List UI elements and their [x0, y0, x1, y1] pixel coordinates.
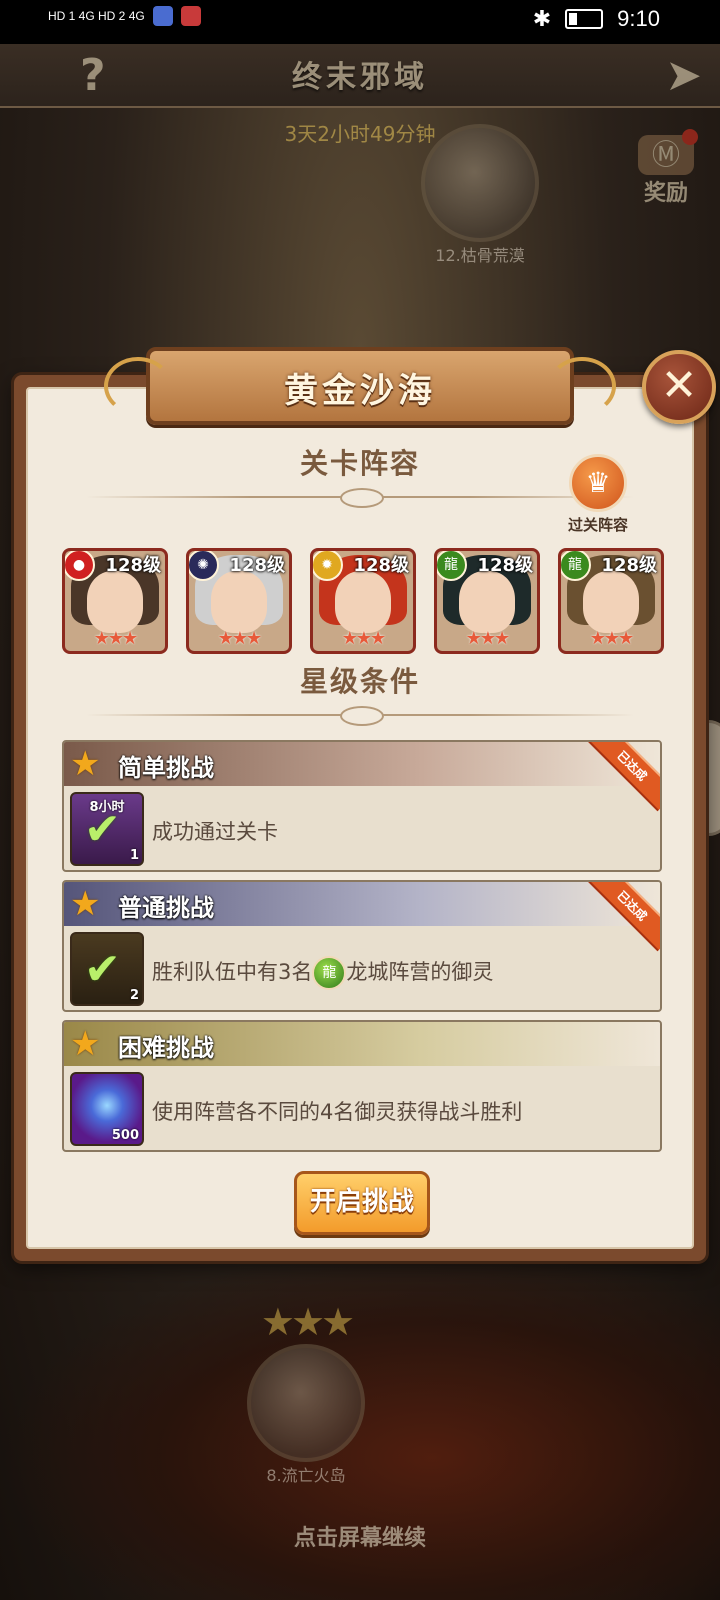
reward-chest-icon: Ⓜ	[638, 129, 698, 175]
hero-card[interactable]: ✹ 128级 ★★★	[310, 548, 416, 654]
notification-dot	[682, 129, 698, 145]
pass-lineup-label: 过关阵容	[567, 516, 628, 534]
challenge-desc: 使用阵营各不同的4名御灵获得战斗胜利	[152, 1100, 523, 1124]
clock: 9:10	[617, 6, 660, 31]
challenge-title: 简单挑战	[118, 754, 214, 782]
check-icon: ✔	[84, 944, 121, 995]
challenge-desc: 胜利队伍中有3名龍龙城阵营的御灵	[152, 956, 493, 990]
dialog-title: 黄金沙海	[284, 371, 436, 411]
item-quantity: 2	[129, 988, 139, 1003]
map-node-12[interactable]: 12.枯骨荒漠	[410, 124, 550, 266]
tap-to-continue[interactable]: 点击屏幕继续	[0, 1520, 720, 1552]
hero-stars: ★★★	[93, 628, 138, 649]
challenge-title: 普通挑战	[118, 894, 214, 922]
dialog-title-plaque: 黄金沙海	[104, 347, 616, 425]
bluetooth-icon: ✱	[532, 6, 552, 31]
hero-stars: ★★★	[217, 628, 262, 649]
book-app-icon	[180, 6, 201, 26]
challenge-easy: ★ 简单挑战 已达成 8小时 ✔ 1 成功通过关卡	[62, 740, 662, 872]
faction-icon: ●	[65, 551, 95, 581]
star-icon: ★	[70, 1024, 101, 1064]
hero-card[interactable]: ✺ 128级 ★★★	[186, 548, 292, 654]
status-left: HD 1 4G HD 2 4G	[48, 6, 201, 26]
status-bar: HD 1 4G HD 2 4G ✱ 9:10	[0, 0, 720, 44]
status-right: ✱ 9:10	[533, 6, 660, 32]
divider-ornament	[340, 488, 384, 508]
challenge-desc: 成功通过关卡	[152, 820, 278, 844]
map-node-label: 12.枯骨荒漠	[435, 246, 525, 265]
challenge-title: 困难挑战	[118, 1034, 214, 1062]
hero-face	[87, 571, 143, 633]
item-quantity: 1	[129, 848, 139, 863]
desc-part-1: 胜利队伍中有3名	[152, 960, 313, 984]
hero-level: 128级	[105, 555, 161, 576]
hero-stars: ★★★	[341, 628, 386, 649]
hero-stars: ★★★	[465, 628, 510, 649]
pass-lineup-button[interactable]: ♛ 过关阵容	[562, 454, 634, 535]
hero-level: 128级	[601, 555, 657, 576]
challenge-hard: ★ 困难挑战 500 使用阵营各不同的4名御灵获得战斗胜利	[62, 1020, 662, 1152]
item-quantity: 500	[111, 1128, 139, 1143]
game-top-bar: ? 终末邪域 ➤	[0, 44, 720, 108]
hero-face	[459, 571, 515, 633]
desc-part-2: 龙城阵营的御灵	[346, 960, 494, 984]
reward-label: 奖励	[643, 181, 688, 206]
map-node-label: 8.流亡火岛	[266, 1466, 346, 1485]
star-icon: ★	[70, 744, 101, 784]
start-challenge-button[interactable]: 开启挑战	[294, 1171, 430, 1235]
node-stars: ★★★	[260, 1300, 355, 1344]
reward-item-orb[interactable]: 500	[70, 1072, 144, 1146]
question-mark-icon[interactable]: ?	[80, 50, 106, 101]
check-icon: ✔	[84, 804, 121, 855]
hero-face	[335, 571, 391, 633]
back-arrow-icon[interactable]: ➤	[665, 50, 702, 101]
area-title: 终末邪域	[292, 60, 428, 95]
hero-level: 128级	[229, 555, 285, 576]
dragon-statue-icon	[421, 124, 539, 242]
hero-stars: ★★★	[589, 628, 634, 649]
hero-card[interactable]: 龍 128级 ★★★	[434, 548, 540, 654]
reward-button[interactable]: Ⓜ 奖励	[634, 129, 698, 207]
divider	[86, 488, 634, 508]
hero-face	[583, 571, 639, 633]
map-node-8[interactable]: ★★★ 8.流亡火岛	[236, 1300, 376, 1486]
dragon-faction-icon: 龍	[312, 956, 347, 990]
star-icon: ★	[70, 884, 101, 924]
hero-card[interactable]: ● 128级 ★★★	[62, 548, 168, 654]
star-conditions-title: 星级条件	[299, 665, 420, 698]
reward-item-crystal[interactable]: ✔ 2	[70, 932, 144, 1006]
faction-icon: 龍	[561, 551, 591, 581]
dragon-statue-icon	[247, 1344, 365, 1462]
faction-icon: ✹	[313, 551, 343, 581]
hero-face	[211, 571, 267, 633]
faction-icon: ✺	[189, 551, 219, 581]
divider-ornament	[340, 706, 384, 726]
challenge-normal: ★ 普通挑战 已达成 ✔ 2 胜利队伍中有3名龍龙城阵营的御灵	[62, 880, 662, 1012]
battery-icon	[565, 9, 604, 29]
hero-level: 128级	[353, 555, 409, 576]
hero-card[interactable]: 龍 128级 ★★★	[558, 548, 664, 654]
divider	[86, 706, 634, 726]
app-icon	[152, 6, 173, 26]
reward-item-hourglass[interactable]: 8小时 ✔ 1	[70, 792, 144, 866]
faction-icon: 龍	[437, 551, 467, 581]
crown-icon: ♛	[569, 454, 627, 512]
close-icon: ✕	[660, 360, 698, 411]
close-button[interactable]: ✕	[642, 350, 716, 424]
hero-level: 128级	[477, 555, 533, 576]
signal-info: HD 1 4G HD 2 4G	[48, 9, 145, 23]
